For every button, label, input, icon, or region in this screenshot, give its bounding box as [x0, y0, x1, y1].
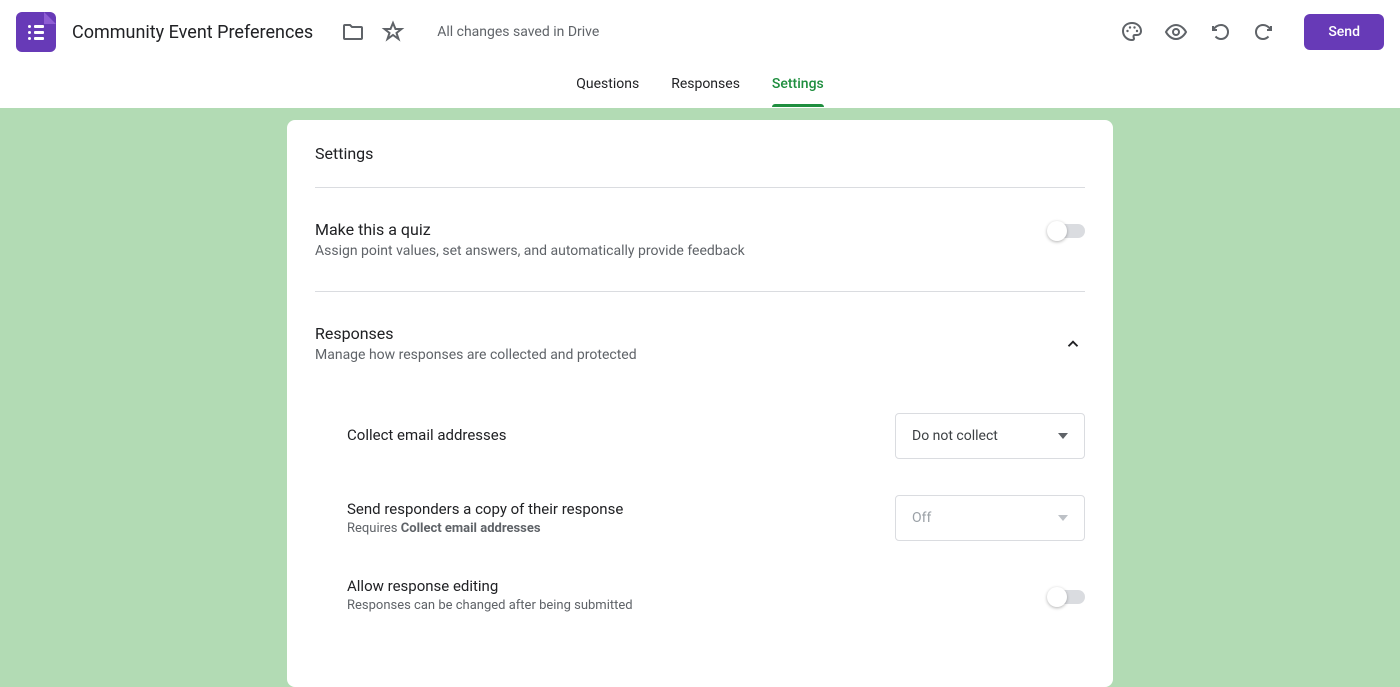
collect-email-dropdown[interactable]: Do not collect [895, 413, 1085, 459]
quiz-desc: Assign point values, set answers, and au… [315, 243, 1049, 259]
responses-desc: Manage how responses are collected and p… [315, 347, 1061, 363]
redo-icon [1252, 20, 1276, 44]
responses-collapse-button[interactable] [1061, 332, 1085, 356]
tab-settings[interactable]: Settings [772, 64, 824, 107]
tab-questions[interactable]: Questions [576, 64, 639, 107]
star-button[interactable] [373, 12, 413, 52]
collect-email-value: Do not collect [912, 428, 998, 444]
preview-button[interactable] [1156, 12, 1196, 52]
settings-card: Settings Make this a quiz Assign point v… [287, 120, 1113, 687]
undo-button[interactable] [1200, 12, 1240, 52]
tabs: Questions Responses Settings [0, 64, 1400, 108]
quiz-title: Make this a quiz [315, 220, 1049, 239]
forms-logo[interactable] [16, 12, 56, 52]
customize-theme-button[interactable] [1112, 12, 1152, 52]
allow-edit-desc: Responses can be changed after being sub… [347, 598, 1049, 613]
folder-icon [341, 20, 365, 44]
move-to-folder-button[interactable] [333, 12, 373, 52]
undo-icon [1208, 20, 1232, 44]
eye-icon [1164, 20, 1188, 44]
settings-title: Settings [315, 144, 1085, 188]
collect-email-title: Collect email addresses [347, 426, 895, 444]
palette-icon [1120, 20, 1144, 44]
send-button[interactable]: Send [1304, 14, 1384, 50]
collect-email-row: Collect email addresses Do not collect [347, 395, 1085, 477]
allow-edit-row: Allow response editing Responses can be … [347, 559, 1085, 631]
dropdown-arrow-icon [1058, 515, 1068, 521]
responses-title: Responses [315, 324, 1061, 343]
content-area: Settings Make this a quiz Assign point v… [0, 108, 1400, 687]
send-copy-row: Send responders a copy of their response… [347, 477, 1085, 559]
header: Community Event Preferences All changes … [0, 0, 1400, 64]
chevron-up-icon [1064, 335, 1082, 353]
star-icon [381, 20, 405, 44]
quiz-toggle[interactable] [1049, 224, 1085, 238]
tab-responses[interactable]: Responses [671, 64, 740, 107]
form-title[interactable]: Community Event Preferences [72, 22, 313, 43]
quiz-section: Make this a quiz Assign point values, se… [315, 188, 1085, 292]
redo-button[interactable] [1244, 12, 1284, 52]
send-copy-desc: Requires Collect email addresses [347, 521, 895, 536]
send-copy-title: Send responders a copy of their response [347, 500, 895, 518]
dropdown-arrow-icon [1058, 433, 1068, 439]
allow-edit-toggle[interactable] [1049, 590, 1085, 604]
send-copy-dropdown: Off [895, 495, 1085, 541]
save-status: All changes saved in Drive [437, 24, 599, 40]
responses-section: Responses Manage how responses are colle… [315, 292, 1085, 663]
send-copy-value: Off [912, 510, 931, 526]
allow-edit-title: Allow response editing [347, 577, 1049, 595]
